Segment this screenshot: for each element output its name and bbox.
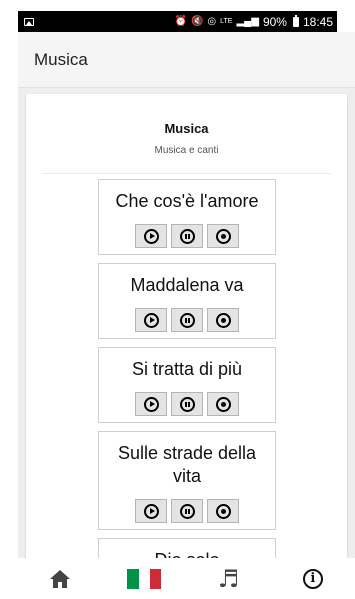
flag-stripe-white bbox=[138, 568, 151, 589]
stop-circle-icon bbox=[215, 228, 231, 244]
clock: 18:45 bbox=[302, 14, 333, 29]
content-area[interactable]: Musica Musica e canti Che cos'è l'amore … bbox=[18, 88, 355, 558]
pause-circle-icon bbox=[179, 228, 195, 244]
song-item: Si tratta di più bbox=[98, 347, 276, 423]
song-list: Che cos'è l'amore Maddalena va Si tratta bbox=[98, 179, 276, 558]
alarm-icon: ⏰ bbox=[174, 15, 187, 27]
battery-icon bbox=[292, 14, 299, 27]
card-subtitle: Musica e canti bbox=[154, 145, 219, 156]
home-icon bbox=[50, 569, 71, 588]
gallery-notification-icon bbox=[24, 17, 34, 26]
song-item: Dio solo bbox=[98, 538, 276, 558]
pause-button[interactable] bbox=[171, 392, 203, 416]
nav-italy[interactable] bbox=[114, 558, 174, 599]
nav-info[interactable]: i bbox=[283, 558, 343, 599]
stop-circle-icon bbox=[215, 396, 231, 412]
flag-stripe-green bbox=[127, 568, 139, 589]
play-circle-icon bbox=[143, 503, 159, 519]
song-controls bbox=[103, 308, 271, 332]
italy-flag-icon bbox=[127, 568, 162, 589]
data-saver-icon: ◎ bbox=[207, 15, 217, 27]
pause-button[interactable] bbox=[171, 308, 203, 332]
card-header: Musica Musica e canti bbox=[26, 94, 347, 156]
song-controls bbox=[103, 392, 271, 416]
page-title: Musica bbox=[34, 49, 88, 69]
pause-button[interactable] bbox=[171, 499, 203, 523]
song-controls bbox=[103, 499, 271, 523]
music-notes-icon: ♬ bbox=[217, 564, 240, 593]
app-bar: Musica bbox=[18, 32, 355, 88]
stop-button[interactable] bbox=[207, 392, 239, 416]
nav-home[interactable] bbox=[30, 558, 90, 599]
play-button[interactable] bbox=[135, 224, 167, 248]
song-title: Si tratta di più bbox=[131, 359, 243, 379]
status-bar: ⏰ 🔇 ◎ LTE ▂▄▆ 90% 18:45 bbox=[0, 0, 355, 35]
stop-circle-icon bbox=[215, 312, 231, 328]
divider bbox=[42, 173, 331, 174]
song-title: Maddalena va bbox=[130, 275, 244, 295]
battery-percent: 90% bbox=[262, 14, 287, 29]
song-item: Sulle strade della vita bbox=[98, 431, 276, 530]
music-card: Musica Musica e canti Che cos'è l'amore … bbox=[26, 94, 347, 558]
signal-icon: ▂▄▆ bbox=[236, 15, 259, 27]
song-item: Che cos'è l'amore bbox=[98, 179, 276, 255]
status-bar-right: ⏰ 🔇 ◎ LTE ▂▄▆ 90% 18:45 bbox=[174, 14, 333, 29]
stop-circle-icon bbox=[215, 503, 231, 519]
status-bar-inner: ⏰ 🔇 ◎ LTE ▂▄▆ 90% 18:45 bbox=[18, 11, 337, 32]
bottom-nav: ♬ i bbox=[18, 558, 355, 599]
song-title: Che cos'è l'amore bbox=[115, 191, 259, 211]
play-button[interactable] bbox=[135, 392, 167, 416]
play-circle-icon bbox=[143, 312, 159, 328]
song-item: Maddalena va bbox=[98, 263, 276, 339]
nav-music[interactable]: ♬ bbox=[199, 558, 259, 599]
play-circle-icon bbox=[143, 396, 159, 412]
card-title: Musica bbox=[164, 121, 209, 136]
play-button[interactable] bbox=[135, 499, 167, 523]
play-button[interactable] bbox=[135, 308, 167, 332]
play-circle-icon bbox=[143, 228, 159, 244]
pause-circle-icon bbox=[179, 503, 195, 519]
pause-button[interactable] bbox=[171, 224, 203, 248]
song-title: Sulle strade della vita bbox=[117, 443, 257, 486]
stop-button[interactable] bbox=[207, 308, 239, 332]
stop-button[interactable] bbox=[207, 224, 239, 248]
pause-circle-icon bbox=[179, 396, 195, 412]
network-type: LTE bbox=[220, 18, 233, 25]
flag-stripe-red bbox=[150, 568, 162, 589]
info-icon: i bbox=[302, 568, 323, 589]
song-title: Dio solo bbox=[103, 549, 271, 558]
mute-icon: 🔇 bbox=[190, 15, 204, 27]
stop-button[interactable] bbox=[207, 499, 239, 523]
status-bar-left bbox=[24, 17, 34, 26]
pause-circle-icon bbox=[179, 312, 195, 328]
song-controls bbox=[103, 224, 271, 248]
